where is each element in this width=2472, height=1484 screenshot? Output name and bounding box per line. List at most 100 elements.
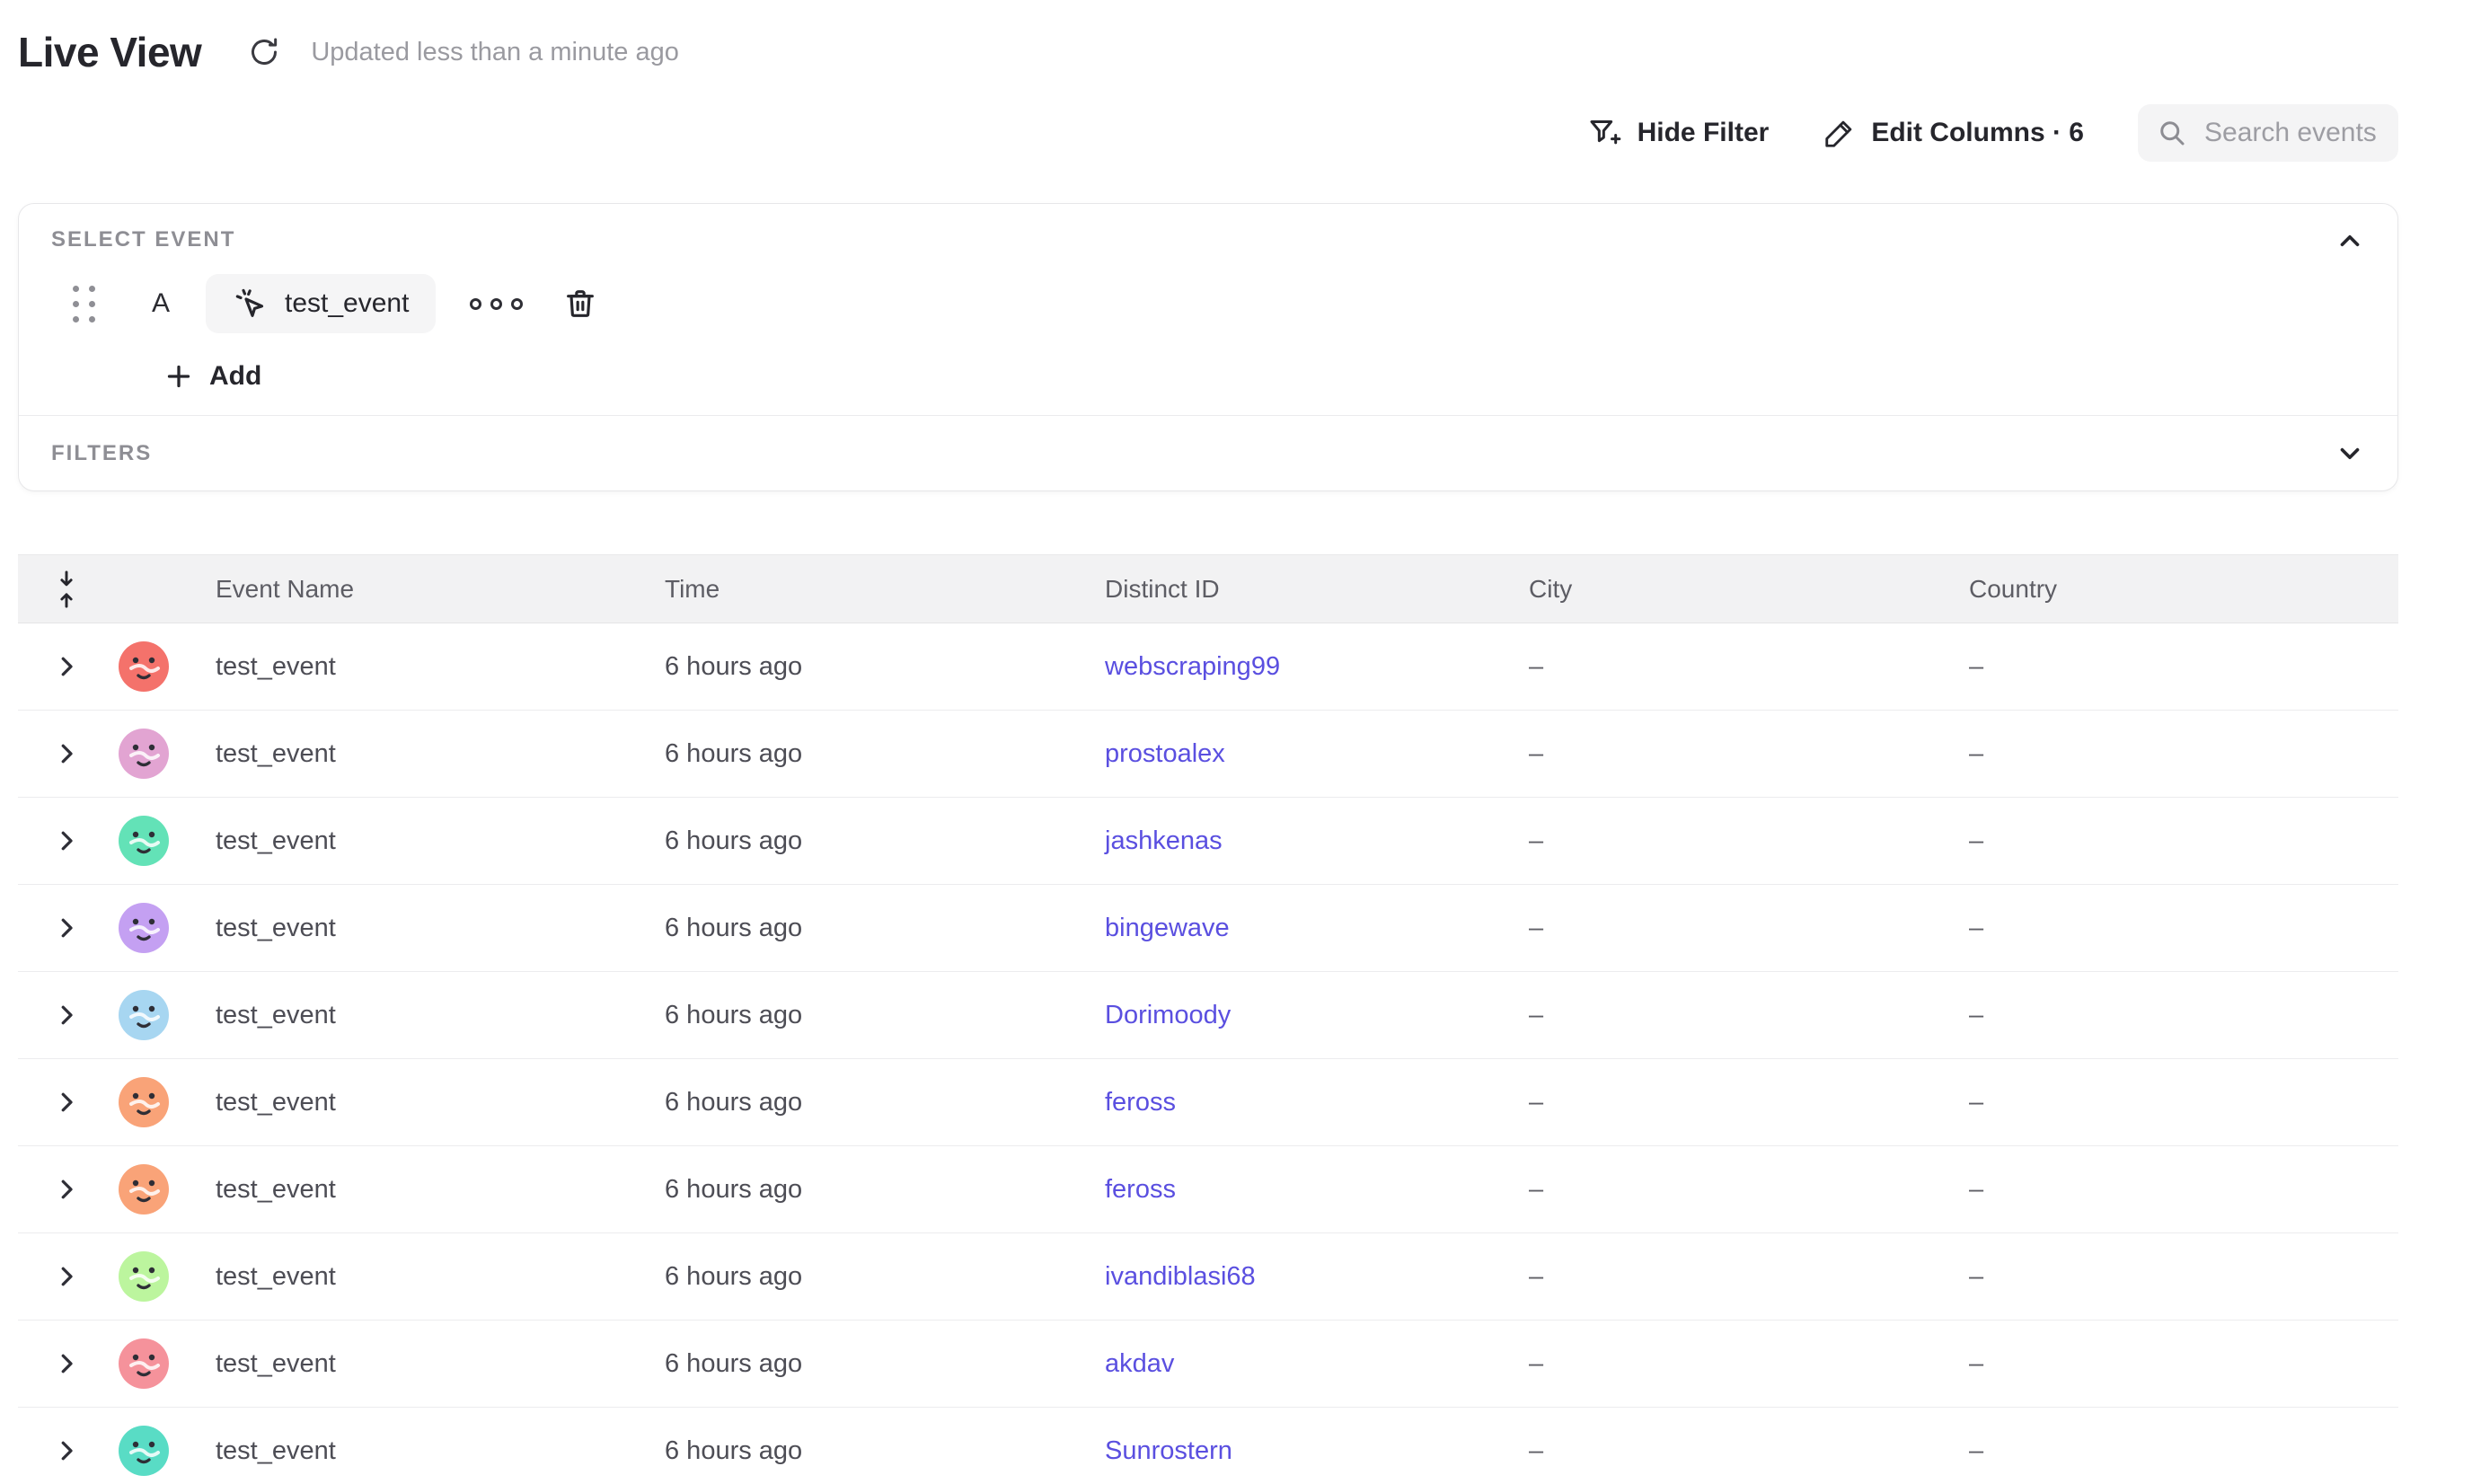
column-header-city: City bbox=[1502, 575, 1942, 604]
event-name-cell: test_event bbox=[189, 914, 638, 943]
titlebar: Live View Updated less than a minute ago bbox=[18, 25, 2398, 79]
expand-row-chevron-icon[interactable] bbox=[53, 1350, 80, 1377]
page-title: Live View bbox=[18, 28, 201, 76]
table-body: test_event6 hours agowebscraping99––test… bbox=[18, 623, 2398, 1484]
expand-row-chevron-icon[interactable] bbox=[53, 914, 80, 941]
chevron-down-icon[interactable] bbox=[2335, 438, 2365, 469]
events-table: Event Name Time Distinct ID City Country… bbox=[18, 554, 2398, 1484]
country-cell: – bbox=[1942, 826, 2398, 856]
user-avatar bbox=[119, 990, 169, 1040]
table-row[interactable]: test_event6 hours agoakdav–– bbox=[18, 1321, 2398, 1408]
event-row: A test_event bbox=[51, 274, 2365, 333]
event-select-chip[interactable]: test_event bbox=[206, 274, 436, 333]
table-row[interactable]: test_event6 hours agoDorimoody–– bbox=[18, 972, 2398, 1059]
chevron-up-icon bbox=[2335, 225, 2365, 256]
user-avatar bbox=[119, 1251, 169, 1302]
collapse-section-button[interactable] bbox=[2335, 225, 2365, 256]
table-row[interactable]: test_event6 hours agofeross–– bbox=[18, 1059, 2398, 1146]
filter-plus-icon bbox=[1587, 115, 1623, 151]
table-row[interactable]: test_event6 hours ago jashkenas –– bbox=[18, 798, 2398, 885]
distinct-id-link[interactable]: feross bbox=[1105, 1088, 1176, 1117]
trash-icon bbox=[562, 286, 598, 322]
add-event-button[interactable]: Add bbox=[163, 360, 261, 393]
refresh-button[interactable] bbox=[244, 32, 284, 72]
country-cell: – bbox=[1942, 739, 2398, 769]
hide-filter-button[interactable]: Hide Filter bbox=[1587, 115, 1770, 151]
updated-status: Updated less than a minute ago bbox=[311, 38, 679, 67]
country-cell: – bbox=[1942, 1088, 2398, 1117]
expand-row-chevron-icon[interactable] bbox=[53, 1263, 80, 1290]
country-cell: – bbox=[1942, 1349, 2398, 1379]
city-cell: – bbox=[1502, 652, 1942, 682]
cursor-click-icon bbox=[233, 286, 269, 322]
city-cell: – bbox=[1502, 1436, 1942, 1466]
time-cell: 6 hours ago bbox=[638, 1088, 1078, 1117]
table-row[interactable]: test_event6 hours ago feross –– bbox=[18, 1146, 2398, 1233]
column-header-time: Time bbox=[638, 575, 1078, 604]
more-options-button[interactable] bbox=[470, 298, 523, 310]
user-avatar bbox=[119, 641, 169, 692]
live-view-page: Live View Updated less than a minute ago… bbox=[0, 0, 2472, 1484]
expand-row-chevron-icon[interactable] bbox=[53, 1002, 80, 1029]
event-name-cell: test_event bbox=[189, 1001, 638, 1030]
table-row[interactable]: test_event6 hours agoSunrostern–– bbox=[18, 1408, 2398, 1484]
event-name-cell: test_event bbox=[189, 1175, 638, 1205]
expand-row-chevron-icon[interactable] bbox=[53, 1176, 80, 1203]
user-avatar bbox=[119, 1426, 169, 1476]
city-cell: – bbox=[1502, 1001, 1942, 1030]
search-icon bbox=[2156, 117, 2188, 149]
time-cell: 6 hours ago bbox=[638, 1175, 1078, 1205]
expand-row-chevron-icon[interactable] bbox=[53, 827, 80, 854]
event-name-cell: test_event bbox=[189, 652, 638, 682]
time-cell: 6 hours ago bbox=[638, 1436, 1078, 1466]
city-cell: – bbox=[1502, 1349, 1942, 1379]
user-avatar bbox=[119, 1077, 169, 1127]
user-avatar bbox=[119, 1164, 169, 1215]
distinct-id-link[interactable]: Sunrostern bbox=[1105, 1436, 1232, 1465]
table-row[interactable]: test_event6 hours agoprostoalex–– bbox=[18, 711, 2398, 798]
collapse-rows-button[interactable] bbox=[18, 570, 99, 609]
filters-section[interactable]: FILTERS bbox=[19, 415, 2397, 490]
time-cell: 6 hours ago bbox=[638, 826, 1078, 856]
collapse-rows-icon bbox=[50, 570, 83, 609]
more-icon bbox=[470, 298, 481, 310]
expand-row-chevron-icon[interactable] bbox=[53, 653, 80, 680]
distinct-id-link[interactable]: webscraping99 bbox=[1105, 652, 1280, 681]
search-input[interactable] bbox=[2204, 118, 2380, 148]
city-cell: – bbox=[1502, 826, 1942, 856]
hide-filter-label: Hide Filter bbox=[1638, 118, 1770, 148]
filters-label: FILTERS bbox=[51, 441, 152, 466]
distinct-id-link[interactable]: akdav bbox=[1105, 1349, 1174, 1378]
toolbar: Hide Filter Edit Columns · 6 bbox=[18, 104, 2398, 162]
country-cell: – bbox=[1942, 1175, 2398, 1205]
column-header-country: Country bbox=[1942, 575, 2398, 604]
time-cell: 6 hours ago bbox=[638, 1001, 1078, 1030]
expand-row-chevron-icon[interactable] bbox=[53, 740, 80, 767]
drag-handle[interactable] bbox=[73, 286, 96, 322]
event-name-cell: test_event bbox=[189, 1436, 638, 1466]
delete-event-button[interactable] bbox=[562, 286, 598, 322]
event-name-cell: test_event bbox=[189, 1262, 638, 1292]
search-box[interactable] bbox=[2138, 104, 2398, 162]
table-row[interactable]: test_event6 hours agobingewave–– bbox=[18, 885, 2398, 972]
user-avatar bbox=[119, 903, 169, 953]
distinct-id-link[interactable]: ivandiblasi68 bbox=[1105, 1262, 1256, 1291]
table-row[interactable]: test_event6 hours agowebscraping99–– bbox=[18, 623, 2398, 711]
distinct-id-link[interactable]: jashkenas bbox=[1105, 826, 1223, 855]
expand-row-chevron-icon[interactable] bbox=[53, 1089, 80, 1116]
edit-columns-button[interactable]: Edit Columns · 6 bbox=[1823, 116, 2084, 150]
distinct-id-link[interactable]: prostoalex bbox=[1105, 739, 1225, 768]
expand-row-chevron-icon[interactable] bbox=[53, 1437, 80, 1464]
query-builder-card: SELECT EVENT A bbox=[18, 203, 2398, 491]
distinct-id-link[interactable]: Dorimoody bbox=[1105, 1001, 1231, 1029]
event-name-cell: test_event bbox=[189, 739, 638, 769]
table-row[interactable]: test_event6 hours agoivandiblasi68–– bbox=[18, 1233, 2398, 1321]
distinct-id-link[interactable]: bingewave bbox=[1105, 914, 1230, 942]
event-letter: A bbox=[152, 288, 170, 319]
distinct-id-link[interactable]: feross bbox=[1105, 1175, 1176, 1204]
city-cell: – bbox=[1502, 1175, 1942, 1205]
time-cell: 6 hours ago bbox=[638, 739, 1078, 769]
country-cell: – bbox=[1942, 652, 2398, 682]
event-name-cell: test_event bbox=[189, 826, 638, 856]
time-cell: 6 hours ago bbox=[638, 914, 1078, 943]
